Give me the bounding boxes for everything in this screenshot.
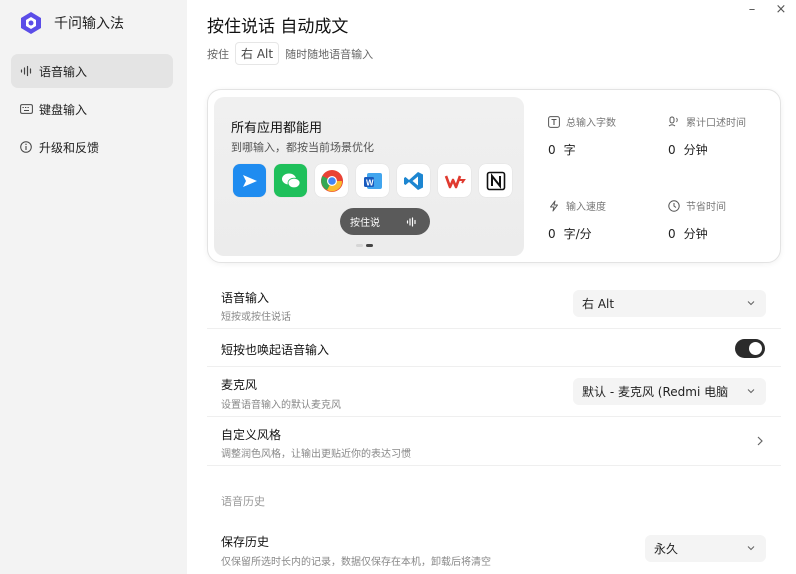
svg-text:W: W (366, 178, 374, 187)
promo-title: 所有应用都能用 (231, 121, 323, 136)
setting-short-press: 短按也唤起语音输入 (207, 329, 781, 367)
stat-number: 0 (548, 143, 556, 157)
subtitle-suffix: 随时随地语音输入 (285, 47, 374, 61)
stat-number: 0 (668, 227, 676, 241)
setting-custom-style[interactable]: 自定义风格 调整润色风格，让输出更贴近你的表达习惯 (207, 417, 781, 466)
page-title: 按住说话 自动成文 (207, 17, 349, 37)
promo-banner: 所有应用都能用 到哪输入，都按当前场景优化 W 按住说 (214, 97, 524, 256)
voice-wave-icon (19, 64, 33, 78)
stat-label: 总输入字数 (566, 118, 616, 129)
setting-title: 麦克风 (221, 378, 258, 392)
keyboard-icon (19, 102, 33, 116)
setting-desc: 调整润色风格，让输出更贴近你的表达习惯 (221, 449, 411, 460)
qianwen-logo-icon (21, 12, 41, 34)
stat-value: 0 分钟 (668, 141, 746, 158)
stat-unit: 字 (563, 143, 576, 157)
select-value: 右 Alt (582, 297, 615, 311)
setting-desc: 短按或按住说话 (221, 312, 291, 323)
brand: 千问输入法 (18, 10, 124, 36)
chevron-down-icon (747, 546, 755, 551)
wps-app-icon (438, 164, 471, 197)
stat-unit: 分钟 (683, 143, 708, 157)
setting-voice-input: 语音输入 短按或按住说话 右 Alt (207, 282, 781, 329)
stat-unit: 字/分 (563, 227, 592, 241)
select-value: 默认 - 麦克风 (Redmi 电脑 (582, 385, 729, 399)
carousel-dot-active[interactable] (366, 244, 373, 247)
notion-app-icon (479, 164, 512, 197)
stat-label-row: 输入速度 (548, 198, 606, 213)
sidebar-item-label: 语音输入 (39, 64, 88, 79)
lightning-icon (550, 200, 558, 211)
stat-number: 0 (668, 143, 676, 157)
short-press-toggle[interactable] (735, 339, 765, 358)
chevron-down-icon (747, 301, 755, 306)
stat-label-row: 累计口述时间 (668, 114, 746, 129)
clock-icon (668, 199, 680, 212)
stat-time-saved: 节省时间 0 分钟 (668, 198, 726, 242)
carousel-dots (356, 244, 376, 247)
setting-microphone: 麦克风 设置语音输入的默认麦克风 默认 - 麦克风 (Redmi 电脑 (207, 367, 781, 417)
stat-label-row: 节省时间 (668, 198, 726, 213)
subtitle-prefix: 按住 (207, 47, 229, 61)
mic-talk-icon (668, 116, 678, 126)
stat-number: 0 (548, 227, 556, 241)
sidebar-item-label: 键盘输入 (39, 102, 88, 117)
vscode-app-icon (397, 164, 430, 197)
sidebar: 千问输入法 语音输入 键盘输入 升级和反馈 (0, 0, 187, 574)
overview-card: 所有应用都能用 到哪输入，都按当前场景优化 W 按住说 总输入字数 0 字 累计… (207, 89, 781, 263)
stat-label: 节省时间 (686, 202, 726, 213)
setting-title: 语音输入 (221, 291, 270, 305)
wechat-app-icon (274, 164, 307, 197)
stat-unit: 分钟 (683, 227, 708, 241)
chevron-down-icon (747, 389, 755, 394)
history-duration-select[interactable]: 永久 (645, 535, 766, 562)
minimize-button[interactable]: – (744, 2, 760, 17)
info-icon (19, 140, 33, 154)
stat-total-chars: 总输入字数 0字 (548, 114, 616, 158)
setting-desc: 设置语音输入的默认麦克风 (221, 400, 341, 411)
sidebar-item-voice-input[interactable]: 语音输入 (11, 54, 173, 88)
setting-keep-history: 保存历史 仅保留所选时长内的记录，数据仅保存在本机，卸载后将清空 永久 (207, 526, 781, 574)
section-voice-history: 语音历史 (221, 495, 265, 508)
chevron-right-icon[interactable] (755, 435, 765, 447)
setting-title: 保存历史 (221, 535, 270, 549)
app-name: 千问输入法 (54, 16, 124, 32)
close-button[interactable]: × (773, 2, 789, 17)
feishu-app-icon (233, 164, 266, 197)
microphone-select[interactable]: 默认 - 麦克风 (Redmi 电脑 (573, 378, 766, 405)
stat-label-row: 总输入字数 (548, 114, 616, 129)
select-value: 永久 (654, 542, 679, 556)
promo-subtitle: 到哪输入，都按当前场景优化 (231, 141, 374, 154)
setting-title: 自定义风格 (221, 428, 282, 442)
stat-label: 累计口述时间 (686, 118, 746, 129)
hotkey-badge: 右 Alt (235, 42, 280, 65)
voice-wave-icon (406, 216, 416, 227)
stat-value: 0 分钟 (668, 225, 726, 242)
sidebar-item-label: 升级和反馈 (39, 140, 100, 155)
stat-label: 输入速度 (566, 202, 606, 213)
text-icon (548, 115, 560, 128)
stat-dictation-time: 累计口述时间 0 分钟 (668, 114, 746, 158)
stat-value: 0字 (548, 141, 616, 158)
page-subtitle: 按住 右 Alt 随时随地语音输入 (207, 42, 373, 65)
carousel-dot[interactable] (356, 244, 363, 247)
word-app-icon: W (356, 164, 389, 197)
setting-desc: 仅保留所选时长内的记录，数据仅保存在本机，卸载后将清空 (221, 557, 491, 568)
sidebar-item-upgrade-feedback[interactable]: 升级和反馈 (11, 130, 173, 164)
stat-value: 0 字/分 (548, 225, 606, 242)
stat-input-speed: 输入速度 0 字/分 (548, 198, 606, 242)
chrome-app-icon (315, 164, 348, 197)
app-icon-row: W (233, 164, 520, 197)
voice-hotkey-select[interactable]: 右 Alt (573, 290, 766, 317)
hold-to-talk-label: 按住说 (350, 218, 380, 229)
setting-title: 短按也唤起语音输入 (221, 343, 330, 357)
hold-to-talk-button[interactable]: 按住说 (340, 208, 430, 235)
sidebar-item-keyboard-input[interactable]: 键盘输入 (11, 92, 173, 126)
